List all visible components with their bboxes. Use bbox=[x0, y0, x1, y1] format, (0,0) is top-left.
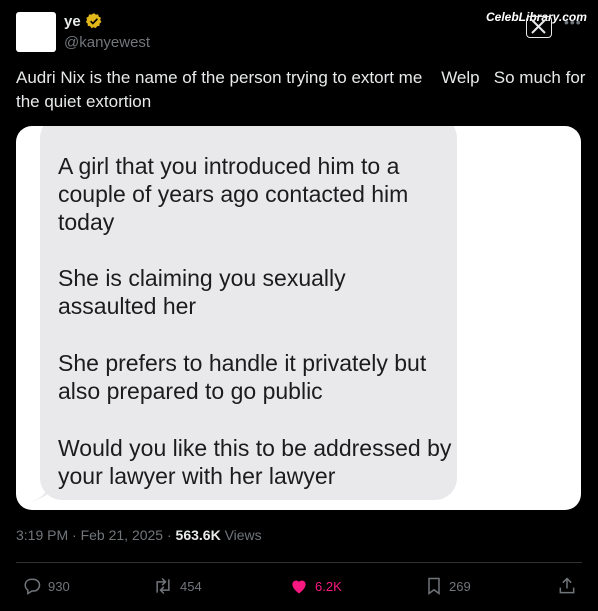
views-label: Views bbox=[220, 527, 262, 543]
verified-badge-icon bbox=[85, 12, 103, 30]
reply-icon bbox=[22, 576, 42, 596]
x-logo-icon bbox=[526, 16, 552, 38]
tweet-meta: 3:19 PM · Feb 21, 2025 · 563.6K Views bbox=[16, 527, 262, 543]
bookmark-button[interactable]: 269 bbox=[425, 576, 471, 596]
message-text: Would you like this to be addressed by y… bbox=[58, 435, 452, 489]
message-text: A girl that you introduced him to a coup… bbox=[58, 153, 409, 235]
handle[interactable]: @kanyewest bbox=[64, 34, 150, 51]
bubble-tail bbox=[30, 484, 60, 502]
display-name[interactable]: ye bbox=[64, 13, 81, 30]
message-text: She prefers to handle it privately but a… bbox=[58, 350, 427, 404]
bookmark-icon bbox=[425, 576, 443, 596]
repost-icon bbox=[152, 576, 174, 596]
heart-icon bbox=[289, 576, 309, 596]
views-count: 563.6K bbox=[175, 527, 221, 543]
tweet-media-image[interactable]: A girl that you introduced him to a coup… bbox=[16, 126, 581, 510]
tweet-text: Audri Nix is the name of the person tryi… bbox=[16, 68, 591, 111]
bookmark-count: 269 bbox=[449, 578, 471, 594]
repost-count: 454 bbox=[180, 578, 202, 594]
more-options-icon[interactable]: ••• bbox=[564, 14, 582, 30]
author-name-row: ye bbox=[64, 12, 103, 30]
divider bbox=[16, 562, 582, 563]
repost-button[interactable]: 454 bbox=[152, 576, 202, 596]
like-button[interactable]: 6.2K bbox=[289, 576, 342, 596]
reply-count: 930 bbox=[48, 578, 70, 594]
message-text: She is claiming you sexually assaulted h… bbox=[58, 265, 346, 319]
timestamp[interactable]: 3:19 PM · Feb 21, 2025 · bbox=[16, 527, 176, 543]
like-count: 6.2K bbox=[315, 578, 342, 594]
share-button[interactable] bbox=[557, 576, 577, 596]
avatar[interactable] bbox=[16, 12, 56, 52]
reply-button[interactable]: 930 bbox=[22, 576, 70, 596]
share-icon bbox=[557, 576, 577, 596]
action-bar: 930 454 6.2K 269 bbox=[0, 572, 598, 602]
